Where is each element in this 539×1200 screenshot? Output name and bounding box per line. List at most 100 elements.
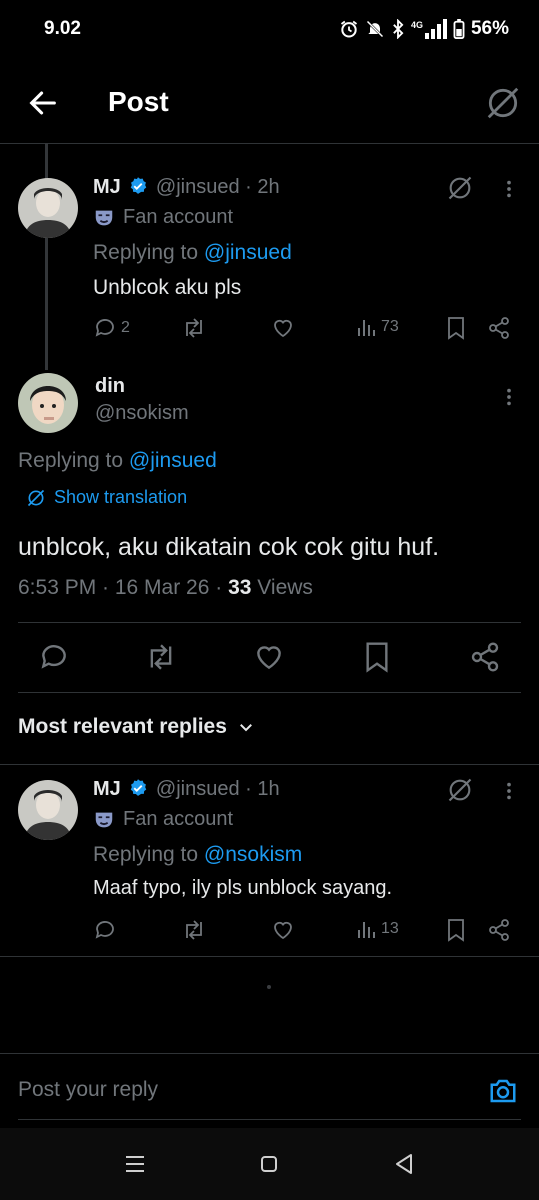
muted-bell-icon bbox=[366, 20, 384, 38]
avatar[interactable] bbox=[18, 178, 78, 238]
views-button[interactable]: 73 bbox=[357, 316, 399, 338]
verified-badge-icon bbox=[131, 177, 147, 194]
post-meta: 6:53 PM · 16 Mar 26 · 33 Views bbox=[18, 576, 313, 600]
views-count: 73 bbox=[381, 318, 399, 335]
replying-to-prefix: Replying to bbox=[93, 241, 199, 264]
post-time: · 1h bbox=[245, 778, 280, 800]
bluetooth-icon bbox=[393, 19, 404, 39]
more-options-icon[interactable] bbox=[498, 178, 520, 200]
page-title: Post bbox=[108, 86, 169, 117]
post-timestamp: 6:53 PM · 16 Mar 26 · bbox=[18, 576, 229, 599]
avatar[interactable] bbox=[18, 373, 78, 433]
replying-to: Replying to @jinsued bbox=[93, 241, 292, 265]
fan-account-label: Fan account bbox=[93, 808, 233, 831]
show-translation-label: Show translation bbox=[54, 487, 188, 507]
status-time: 9.02 bbox=[44, 18, 81, 39]
battery-percent: 56% bbox=[470, 18, 509, 39]
translate-icon[interactable] bbox=[484, 84, 522, 122]
author-handle[interactable]: @nsokism bbox=[95, 402, 189, 425]
reply-button[interactable]: 2 bbox=[93, 316, 130, 340]
like-icon[interactable] bbox=[253, 641, 285, 673]
author-name[interactable]: din bbox=[95, 375, 125, 398]
post-time: · 2h bbox=[245, 176, 280, 198]
camera-icon[interactable] bbox=[488, 1076, 518, 1106]
views-count: 33 bbox=[228, 576, 252, 599]
status-bar: 9.02 4G 56% bbox=[0, 0, 539, 60]
sort-label: Most relevant replies bbox=[18, 715, 227, 738]
reply-icon[interactable] bbox=[93, 918, 117, 942]
nav-back-icon[interactable] bbox=[393, 1152, 415, 1176]
recent-apps-icon[interactable] bbox=[124, 1154, 146, 1174]
reply-icon bbox=[95, 319, 114, 337]
share-icon[interactable] bbox=[487, 918, 511, 942]
views-icon bbox=[358, 320, 375, 336]
home-icon[interactable] bbox=[259, 1154, 279, 1174]
author-handle[interactable]: @jinsued bbox=[156, 778, 240, 800]
post-text: unblcok, aku dikatain cok cok gitu huf. bbox=[18, 533, 440, 561]
reply-input[interactable]: Post your reply bbox=[18, 1078, 158, 1102]
loading-dot bbox=[267, 985, 271, 989]
repost-icon[interactable] bbox=[181, 316, 207, 340]
author-name[interactable]: MJ bbox=[93, 778, 121, 800]
more-options-icon[interactable] bbox=[498, 386, 520, 408]
reply1-header: MJ @jinsued · 2h bbox=[93, 176, 280, 199]
share-icon[interactable] bbox=[469, 641, 501, 673]
share-icon[interactable] bbox=[487, 316, 511, 340]
reply2-actions: 13 bbox=[93, 918, 513, 944]
bookmark-icon[interactable] bbox=[445, 316, 467, 340]
views-button[interactable]: 13 bbox=[357, 918, 399, 940]
mask-icon bbox=[95, 210, 113, 225]
translate-icon bbox=[27, 489, 45, 506]
reply2-header: MJ @jinsued · 1h bbox=[93, 778, 280, 801]
header-divider bbox=[0, 143, 539, 144]
status-icons: 4G 56% bbox=[339, 18, 509, 40]
battery-icon bbox=[453, 19, 465, 39]
show-translation-button[interactable]: Show translation bbox=[26, 487, 187, 508]
main-actions bbox=[0, 640, 539, 674]
mask-icon bbox=[95, 812, 113, 827]
repost-icon[interactable] bbox=[181, 918, 207, 942]
replying-to: Replying to @nsokism bbox=[93, 843, 302, 867]
sort-replies-button[interactable]: Most relevant replies bbox=[18, 715, 255, 739]
author-name[interactable]: MJ bbox=[93, 176, 121, 198]
reply-icon[interactable] bbox=[38, 641, 70, 673]
views-icon bbox=[358, 922, 375, 938]
reply1-actions: 2 73 bbox=[93, 316, 513, 342]
back-arrow-icon[interactable] bbox=[26, 86, 60, 120]
divider bbox=[0, 764, 539, 765]
chevron-down-icon bbox=[239, 724, 252, 732]
mention-link[interactable]: @jinsued bbox=[204, 241, 292, 264]
network-type: 4G bbox=[410, 20, 423, 30]
fan-account-label: Fan account bbox=[93, 206, 233, 229]
avatar[interactable] bbox=[18, 780, 78, 840]
badge-label: Fan account bbox=[123, 206, 234, 228]
like-icon[interactable] bbox=[271, 918, 295, 942]
bookmark-icon[interactable] bbox=[445, 918, 467, 942]
alarm-icon bbox=[340, 20, 358, 38]
system-nav-bar bbox=[0, 1128, 539, 1200]
post-text: Maaf typo, ily pls unblock sayang. bbox=[93, 877, 393, 899]
reply-count: 2 bbox=[121, 319, 130, 336]
replying-to-prefix: Replying to bbox=[93, 843, 199, 866]
divider bbox=[18, 622, 521, 623]
replying-to-prefix: Replying to bbox=[18, 449, 124, 472]
replying-to: Replying to @jinsued bbox=[18, 449, 217, 473]
post-text: Unblcok aku pls bbox=[93, 276, 242, 299]
badge-label: Fan account bbox=[123, 808, 234, 830]
repost-icon[interactable] bbox=[144, 641, 178, 673]
mention-link[interactable]: @jinsued bbox=[129, 449, 217, 472]
author-handle[interactable]: @jinsued bbox=[156, 176, 240, 198]
mention-link[interactable]: @nsokism bbox=[204, 843, 302, 866]
reply-input-underline bbox=[18, 1119, 521, 1120]
bookmark-icon[interactable] bbox=[362, 641, 392, 673]
like-icon[interactable] bbox=[271, 316, 295, 340]
views-label: Views bbox=[251, 576, 313, 599]
more-options-icon[interactable] bbox=[498, 780, 520, 802]
translate-icon[interactable] bbox=[446, 174, 474, 202]
verified-badge-icon bbox=[131, 779, 147, 796]
signal-icon bbox=[424, 19, 447, 39]
divider bbox=[18, 692, 521, 693]
divider bbox=[0, 956, 539, 957]
composer-divider bbox=[0, 1053, 539, 1054]
translate-icon[interactable] bbox=[446, 776, 474, 804]
